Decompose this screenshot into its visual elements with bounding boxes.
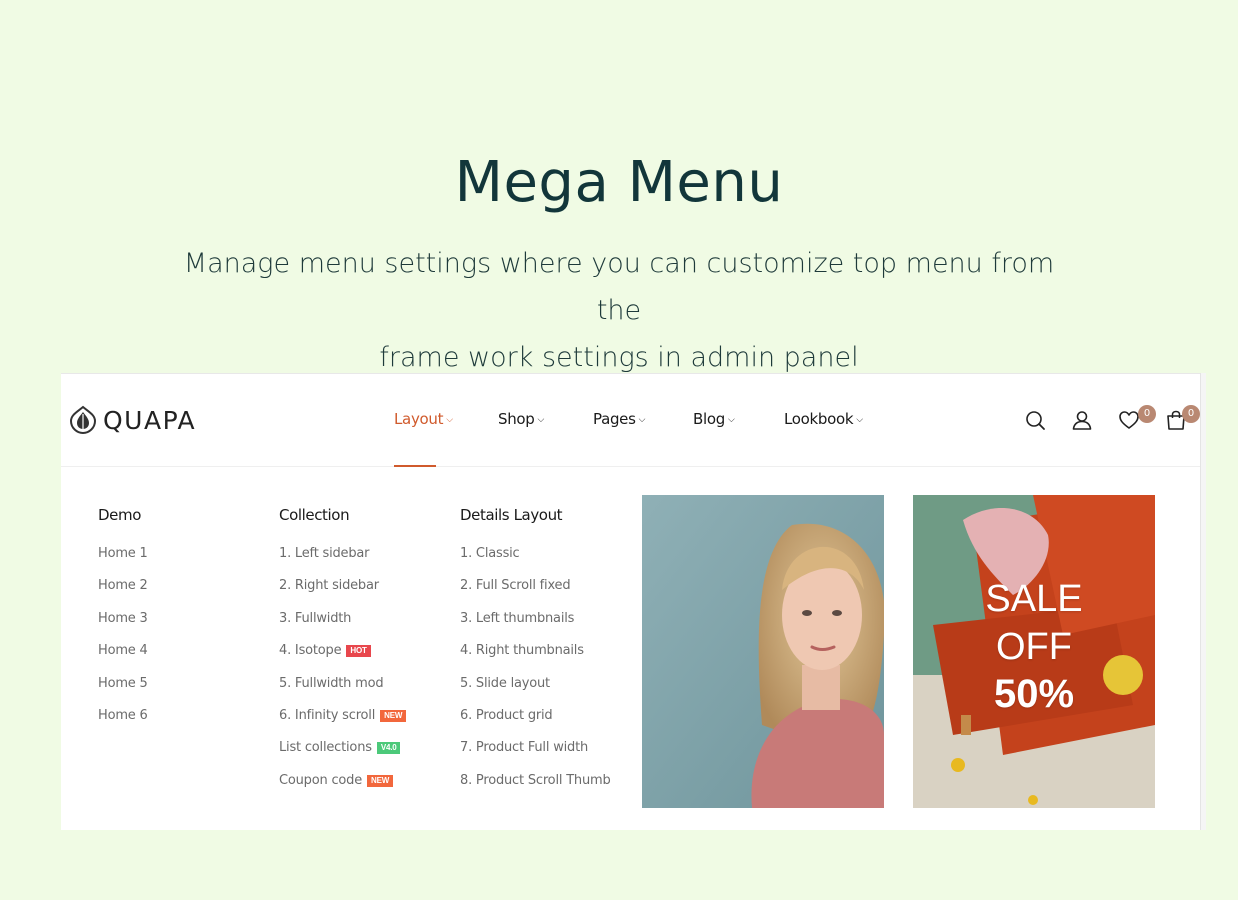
site-header: QUAPA Layout ⌵ Shop ⌵ Pages ⌵ Blog ⌵ Loo…	[61, 374, 1200, 467]
menu-link-label: 3. Fullwidth	[279, 610, 352, 626]
nav-shop[interactable]: Shop ⌵	[498, 410, 544, 428]
nav-blog-label: Blog	[693, 410, 725, 428]
menu-link[interactable]: Home 6	[98, 707, 148, 739]
chevron-down-icon: ⌵	[537, 415, 545, 425]
heart-icon[interactable]	[1118, 409, 1140, 431]
menu-link-label: 2. Right sidebar	[279, 578, 379, 594]
search-icon[interactable]	[1024, 409, 1046, 431]
menu-link[interactable]: Coupon code NEW	[279, 772, 406, 804]
user-icon[interactable]	[1071, 409, 1093, 431]
menu-link[interactable]: 4. Isotope HOT	[279, 642, 406, 674]
column-heading: Demo	[98, 506, 141, 524]
hot-badge: HOT	[346, 645, 371, 658]
nav-pages[interactable]: Pages ⌵	[593, 410, 645, 428]
menu-link[interactable]: Home 4	[98, 642, 148, 674]
chevron-down-icon: ⌵	[638, 415, 646, 425]
nav-layout[interactable]: Layout ⌵	[394, 410, 453, 428]
menu-link[interactable]: List collections V4.0	[279, 739, 406, 771]
new-badge: NEW	[367, 774, 394, 787]
nav-blog[interactable]: Blog ⌵	[693, 410, 735, 428]
wishlist-count-badge: 0	[1138, 405, 1156, 423]
menu-link[interactable]: Home 5	[98, 675, 148, 707]
menu-link[interactable]: 3. Fullwidth	[279, 610, 406, 642]
nav-layout-label: Layout	[394, 410, 444, 428]
menu-column-demo: Demo Home 1 Home 2 Home 3 Home 4 Home 5 …	[98, 506, 148, 739]
nav-lookbook[interactable]: Lookbook ⌵	[784, 410, 863, 428]
chevron-down-icon: ⌵	[727, 415, 735, 425]
sale-text-line-1: SALE	[985, 578, 1083, 620]
menu-link[interactable]: 1. Left sidebar	[279, 545, 406, 577]
menu-column-collection: Collection 1. Left sidebar 2. Right side…	[279, 506, 407, 804]
menu-link[interactable]: Home 2	[98, 577, 148, 609]
menu-link[interactable]: 1. Classic	[460, 545, 611, 577]
menu-link[interactable]: 6. Infinity scroll NEW	[279, 707, 407, 739]
chevron-down-icon: ⌵	[446, 415, 453, 425]
hero-title: Mega Menu	[454, 150, 784, 215]
sale-text-line-3: 50%	[993, 672, 1075, 716]
nav-shop-label: Shop	[498, 410, 535, 428]
menu-link[interactable]: 5. Slide layout	[460, 675, 611, 707]
menu-link-label: Coupon code	[279, 772, 362, 788]
menu-link-label: 4. Isotope	[279, 643, 342, 659]
menu-link-label: 6. Infinity scroll	[279, 707, 376, 723]
cart-count-badge: 0	[1182, 405, 1200, 423]
store-preview-panel: QUAPA Layout ⌵ Shop ⌵ Pages ⌵ Blog ⌵ Loo…	[61, 373, 1206, 830]
menu-link[interactable]: 3. Left thumbnails	[460, 610, 611, 642]
logo[interactable]: QUAPA	[67, 404, 196, 436]
menu-link[interactable]: 7. Product Full width	[460, 739, 611, 771]
column-heading: Collection	[279, 506, 350, 524]
hero-subtitle-line-1: Manage menu settings where you can custo…	[183, 248, 1055, 326]
column-heading: Details Layout	[460, 506, 563, 524]
new-badge: NEW	[380, 709, 407, 722]
sale-text-line-2: OFF	[996, 626, 1072, 668]
menu-link[interactable]: 5. Fullwidth mod	[279, 675, 406, 707]
menu-link-label: 5. Fullwidth mod	[279, 675, 384, 691]
hero-subtitle: Manage menu settings where you can custo…	[160, 240, 1078, 381]
menu-link[interactable]: 2. Right sidebar	[279, 577, 406, 609]
menu-link-label: 1. Left sidebar	[279, 546, 370, 561]
menu-link[interactable]: 8. Product Scroll Thumb	[460, 772, 611, 804]
sale-banner[interactable]: SALE OFF 50%	[913, 495, 1155, 808]
nav-lookbook-label: Lookbook	[784, 410, 854, 428]
leaf-logo-icon	[69, 405, 97, 435]
chevron-down-icon: ⌵	[856, 415, 863, 425]
woman-portrait-image	[642, 495, 884, 808]
nav-pages-label: Pages	[593, 410, 636, 428]
menu-column-details-layout: Details Layout 1. Classic 2. Full Scroll…	[460, 506, 611, 804]
menu-link[interactable]: 6. Product grid	[460, 707, 611, 739]
scrollbar[interactable]	[1200, 373, 1206, 830]
model-photo-banner[interactable]	[642, 495, 884, 808]
menu-link[interactable]: Home 1	[98, 545, 148, 577]
logo-text: QUAPA	[103, 405, 197, 435]
menu-link-label: List collections	[279, 740, 372, 756]
menu-link[interactable]: 2. Full Scroll fixed	[460, 577, 611, 609]
menu-link[interactable]: 4. Right thumbnails	[460, 642, 611, 674]
menu-link[interactable]: Home 3	[98, 610, 148, 642]
active-nav-underline	[394, 465, 436, 467]
version-badge: V4.0	[376, 742, 401, 755]
